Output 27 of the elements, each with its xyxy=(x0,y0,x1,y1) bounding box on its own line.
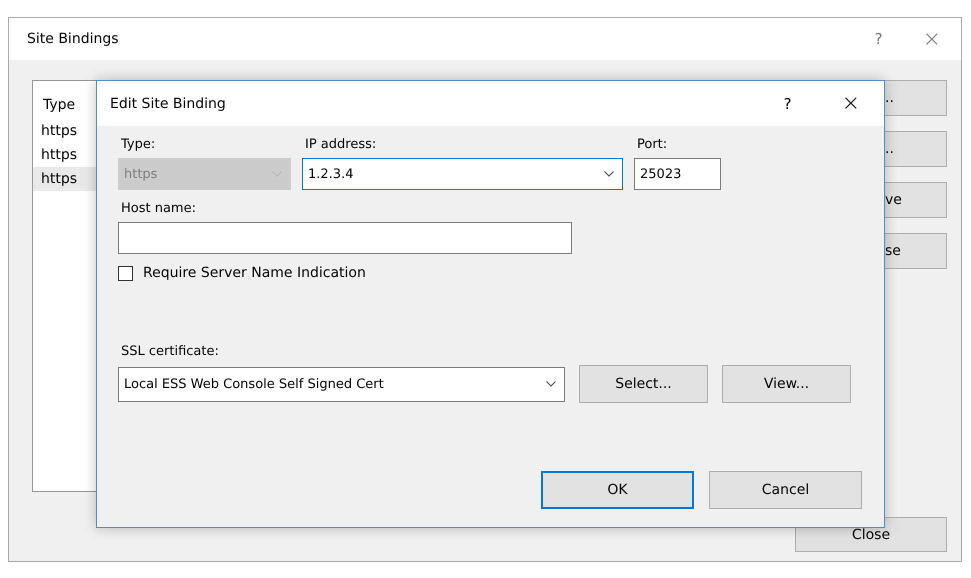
field-label: Host name: xyxy=(120,200,197,218)
host-name-field[interactable] xyxy=(118,222,572,254)
chevron-down-icon xyxy=(604,171,614,177)
ip-address-dropdown[interactable]: 1.2.3.4 xyxy=(302,158,623,190)
certificate-button[interactable]: View... xyxy=(722,365,851,403)
dialog-title: Edit Site Binding xyxy=(110,96,227,112)
side-button[interactable]: se xyxy=(883,233,947,269)
certificate-button[interactable]: Select... xyxy=(579,365,708,403)
chevron-down-icon xyxy=(546,381,556,387)
checkbox-label: Require Server Name Indication xyxy=(143,265,366,281)
field-label: Port: xyxy=(636,136,668,154)
field-label: Type: xyxy=(120,136,156,154)
field-label: SSL certificate: xyxy=(120,343,220,361)
sni-checkbox[interactable] xyxy=(118,266,133,280)
ssl-certificate-dropdown[interactable]: Local ESS Web Console Self Signed Cert xyxy=(118,366,565,402)
close-button[interactable]: × xyxy=(922,26,941,52)
help-button[interactable]: ? xyxy=(874,30,883,48)
side-button[interactable]: .. xyxy=(883,131,947,167)
help-button[interactable]: ? xyxy=(784,94,792,112)
field-label: IP address: xyxy=(304,136,378,154)
side-button[interactable]: .. xyxy=(883,80,947,116)
window-title: Site Bindings xyxy=(27,31,120,47)
close-button[interactable]: × xyxy=(842,91,860,116)
side-button[interactable]: ve xyxy=(883,182,947,218)
port-field[interactable]: 25023 xyxy=(634,158,721,190)
dialog-button[interactable]: OK xyxy=(541,471,694,509)
dialog-button[interactable]: Cancel xyxy=(709,471,862,509)
